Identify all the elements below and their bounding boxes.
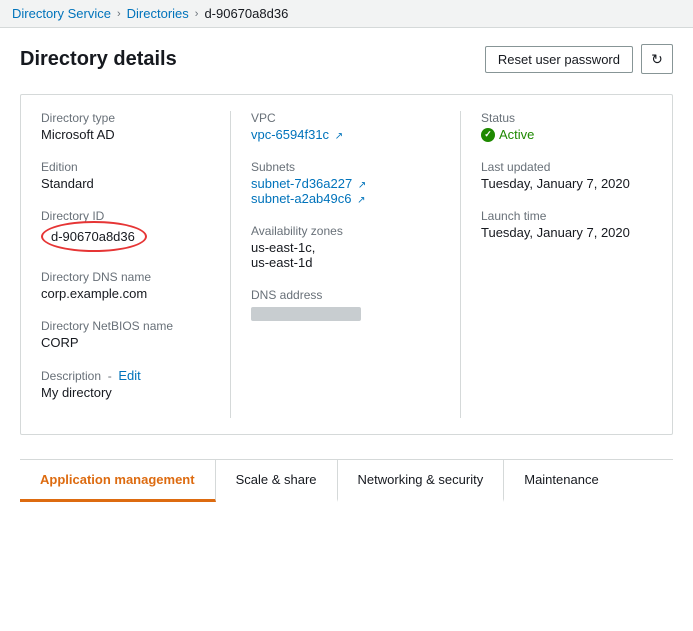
availability-zones-group: Availability zones us-east-1c, us-east-1… (251, 224, 440, 270)
status-active: ✓ Active (481, 127, 652, 142)
description-label: Description - Edit (41, 368, 210, 383)
edition-value: Standard (41, 176, 210, 191)
edition-group: Edition Standard (41, 160, 210, 191)
netbios-value: CORP (41, 335, 210, 350)
status-label: Status (481, 111, 652, 125)
status-active-icon: ✓ (481, 128, 495, 142)
tabs-section: Application managementScale & shareNetwo… (20, 459, 673, 502)
details-grid: Directory type Microsoft AD Edition Stan… (20, 94, 673, 435)
directory-id-group: Directory ID d-90670a8d36 (41, 209, 210, 252)
dns-address-label: DNS address (251, 288, 440, 302)
edition-label: Edition (41, 160, 210, 174)
header-row: Directory details Reset user password ↻ (20, 44, 673, 74)
tabs-row: Application managementScale & shareNetwo… (20, 460, 673, 502)
availability-zones-value2: us-east-1d (251, 255, 440, 270)
vpc-label: VPC (251, 111, 440, 125)
directory-id-circle: d-90670a8d36 (41, 221, 147, 252)
subnets-label: Subnets (251, 160, 440, 174)
last-updated-label: Last updated (481, 160, 652, 174)
subnet1-external-icon: ↗ (358, 180, 366, 191)
header-actions: Reset user password ↻ (485, 44, 673, 74)
status-active-text: Active (499, 127, 534, 142)
last-updated-group: Last updated Tuesday, January 7, 2020 (481, 160, 652, 191)
vpc-external-icon: ↗ (335, 131, 343, 142)
breadcrumb-sep1: › (117, 8, 121, 20)
tab-scale-share[interactable]: Scale & share (216, 460, 338, 502)
dns-address-blurred (251, 307, 361, 321)
description-edit-link[interactable]: Edit (118, 368, 140, 383)
subnet2-external-icon: ↗ (357, 195, 365, 206)
details-col-1: Directory type Microsoft AD Edition Stan… (21, 111, 231, 418)
dns-name-value: corp.example.com (41, 286, 210, 301)
launch-time-value: Tuesday, January 7, 2020 (481, 225, 652, 240)
netbios-label: Directory NetBIOS name (41, 319, 210, 333)
dns-address-group: DNS address (251, 288, 440, 324)
directory-type-label: Directory type (41, 111, 210, 125)
reset-user-password-button[interactable]: Reset user password (485, 46, 633, 73)
vpc-group: VPC vpc-6594f31c ↗ (251, 111, 440, 142)
description-group: Description - Edit My directory (41, 368, 210, 400)
subnets-group: Subnets subnet-7d36a227 ↗ subnet-a2ab49c… (251, 160, 440, 206)
description-value: My directory (41, 385, 210, 400)
availability-zones-label: Availability zones (251, 224, 440, 238)
details-col-3: Status ✓ Active Last updated Tuesday, Ja… (461, 111, 672, 418)
directory-id-label: Directory ID (41, 209, 210, 223)
tab-maintenance[interactable]: Maintenance (504, 460, 618, 502)
subnet1-link[interactable]: subnet-7d36a227 (251, 176, 352, 191)
launch-time-group: Launch time Tuesday, January 7, 2020 (481, 209, 652, 240)
directory-type-group: Directory type Microsoft AD (41, 111, 210, 142)
subnet2-link[interactable]: subnet-a2ab49c6 (251, 191, 351, 206)
launch-time-label: Launch time (481, 209, 652, 223)
breadcrumb-sep2: › (195, 8, 199, 20)
dns-name-label: Directory DNS name (41, 270, 210, 284)
details-col-2: VPC vpc-6594f31c ↗ Subnets subnet-7d36a2… (231, 111, 461, 418)
netbios-group: Directory NetBIOS name CORP (41, 319, 210, 350)
refresh-icon: ↻ (651, 51, 663, 68)
breadcrumb-directories[interactable]: Directories (127, 6, 189, 21)
refresh-button[interactable]: ↻ (641, 44, 673, 74)
dns-name-group: Directory DNS name corp.example.com (41, 270, 210, 301)
last-updated-value: Tuesday, January 7, 2020 (481, 176, 652, 191)
breadcrumb-current: d-90670a8d36 (204, 6, 288, 21)
tab-networking-security[interactable]: Networking & security (338, 460, 505, 502)
directory-id-value: d-90670a8d36 (51, 229, 135, 244)
vpc-link[interactable]: vpc-6594f31c (251, 127, 329, 142)
page-title: Directory details (20, 48, 177, 71)
main-content: Directory details Reset user password ↻ … (0, 28, 693, 502)
status-group: Status ✓ Active (481, 111, 652, 142)
breadcrumb-bar: Directory Service › Directories › d-9067… (0, 0, 693, 28)
tab-app-management[interactable]: Application management (20, 460, 216, 502)
directory-type-value: Microsoft AD (41, 127, 210, 142)
breadcrumb-service[interactable]: Directory Service (12, 6, 111, 21)
availability-zones-value1: us-east-1c, (251, 240, 440, 255)
